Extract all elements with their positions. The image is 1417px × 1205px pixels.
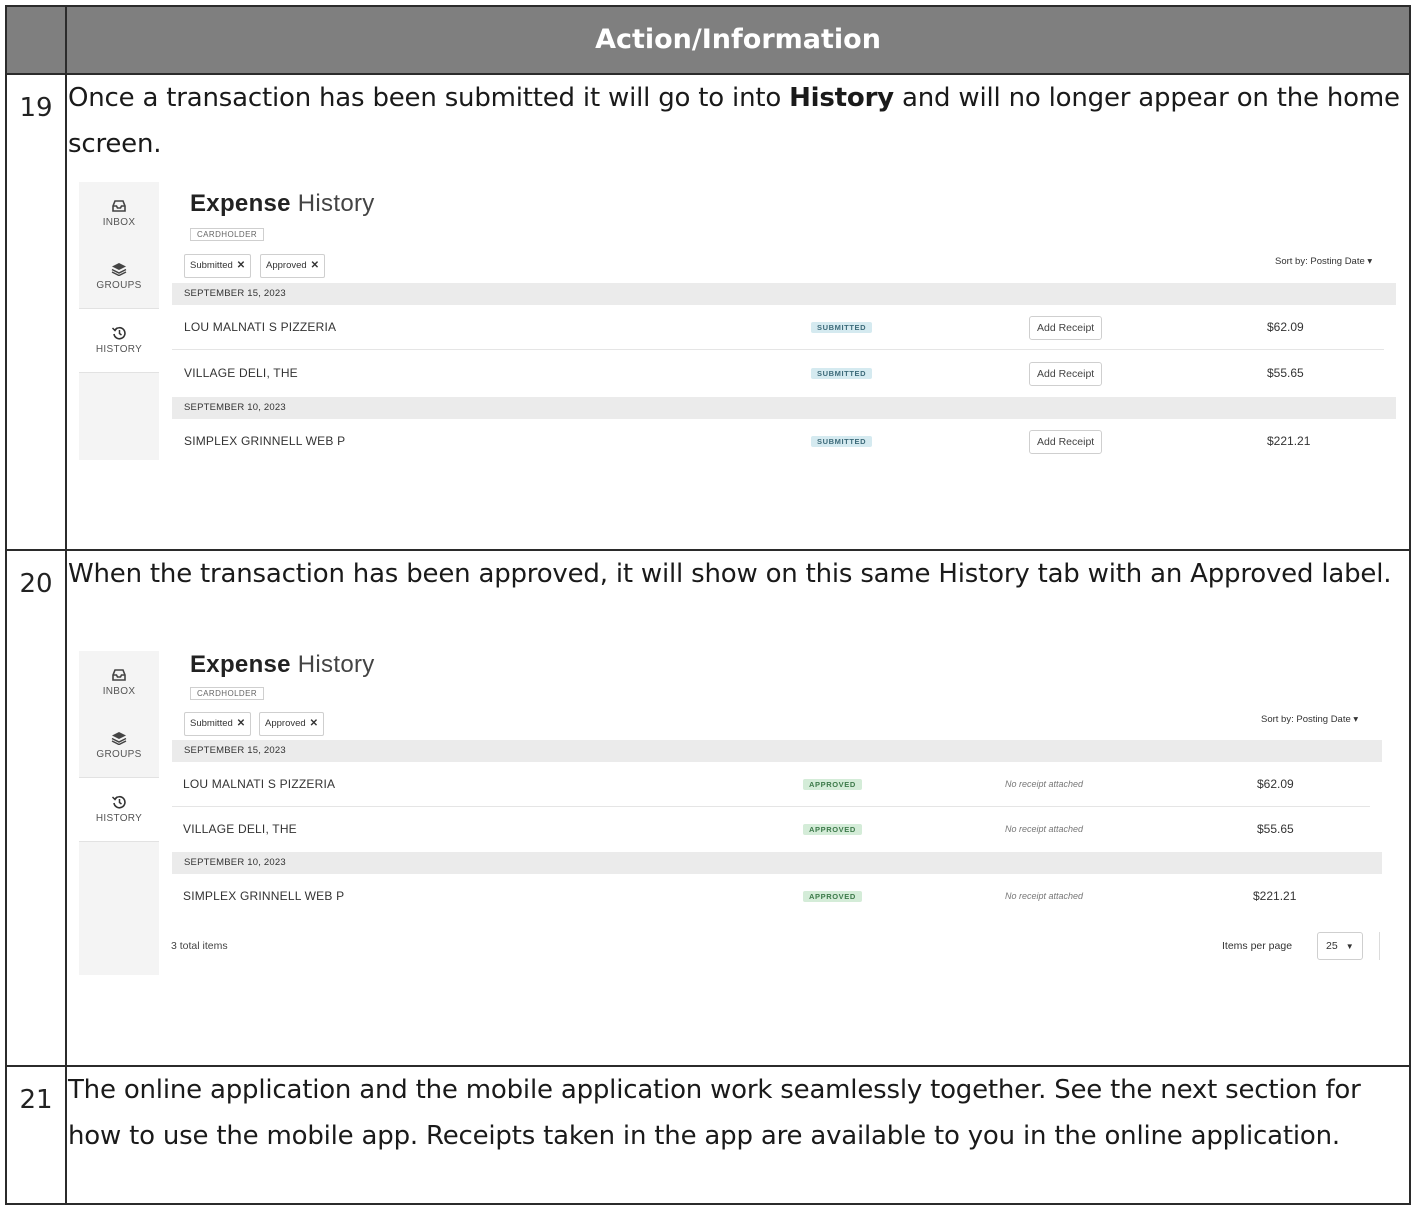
nav-label: HISTORY — [95, 344, 143, 355]
instruction-bold: History — [789, 83, 894, 113]
nav-label: INBOX — [102, 217, 136, 228]
nav-label: GROUPS — [96, 749, 142, 760]
date-group-header: SEPTEMBER 10, 2023 — [172, 397, 1396, 419]
merchant-name[interactable]: SIMPLEX GRINNELL WEB P — [184, 434, 345, 448]
page-title: Expense History — [190, 651, 375, 679]
step-content: The online application and the mobile ap… — [65, 1065, 1411, 1205]
chip-label: Submitted — [190, 718, 233, 729]
title-light: History — [297, 651, 375, 678]
date-group-header: SEPTEMBER 15, 2023 — [172, 283, 1396, 305]
merchant-name[interactable]: VILLAGE DELI, THE — [183, 822, 297, 836]
step-instruction: The online application and the mobile ap… — [68, 1075, 1361, 1151]
divider — [1379, 932, 1380, 960]
nav-label: HISTORY — [95, 813, 143, 824]
receipt-status: No receipt attached — [1005, 779, 1084, 789]
select-value: 25 — [1326, 940, 1338, 952]
chevron-down-icon: ▼ — [1345, 942, 1354, 951]
expense-history-screenshot: INBOX GROUPS HISTORY Expense History CAR… — [79, 182, 1409, 460]
amount: $62.09 — [1267, 320, 1304, 334]
nav-item-history[interactable]: HISTORY — [79, 777, 159, 842]
table-row: 21 The online application and the mobile… — [5, 1065, 1411, 1205]
merchant-name[interactable]: SIMPLEX GRINNELL WEB P — [183, 889, 344, 903]
title-bold: Expense — [190, 190, 291, 217]
nav-item-inbox[interactable]: INBOX — [79, 651, 159, 714]
role-badge: CARDHOLDER — [190, 228, 265, 241]
row-divider — [172, 806, 1370, 807]
step-instruction: When the transaction has been approved, … — [68, 559, 1392, 589]
filter-chip-approved[interactable]: Approved ✕ — [260, 254, 326, 278]
sort-dropdown[interactable]: Sort by: Posting Date ▾ — [1275, 256, 1372, 267]
status-badge: SUBMITTED — [811, 368, 873, 379]
chip-label: Approved — [265, 718, 306, 729]
status-badge: APPROVED — [803, 779, 862, 790]
header-number-cell — [5, 5, 67, 75]
step-content: Once a transaction has been submitted it… — [65, 73, 1411, 551]
nav-item-groups[interactable]: GROUPS — [79, 245, 159, 308]
page-title: Expense History — [190, 190, 375, 218]
title-bold: Expense — [190, 651, 291, 678]
layers-icon — [111, 263, 127, 276]
date-group-header: SEPTEMBER 15, 2023 — [172, 740, 1382, 762]
history-icon — [111, 795, 126, 809]
add-receipt-button[interactable]: Add Receipt — [1029, 430, 1103, 454]
amount: $55.65 — [1267, 366, 1304, 380]
remove-icon[interactable]: ✕ — [310, 718, 318, 729]
side-nav: INBOX GROUPS HISTORY — [79, 182, 159, 460]
inbox-icon — [112, 669, 126, 681]
filter-chip-submitted[interactable]: Submitted ✕ — [184, 712, 252, 736]
merchant-name[interactable]: LOU MALNATI S PIZZERIA — [183, 777, 335, 791]
status-badge: SUBMITTED — [811, 436, 873, 447]
role-badge: CARDHOLDER — [190, 687, 265, 700]
chip-label: Approved — [266, 260, 307, 271]
items-per-page-label: Items per page — [1222, 940, 1293, 952]
merchant-name[interactable]: LOU MALNATI S PIZZERIA — [184, 320, 336, 334]
header-title: Action/Information — [595, 24, 881, 55]
date-group-header: SEPTEMBER 10, 2023 — [172, 852, 1382, 874]
side-nav: INBOX GROUPS HISTORY — [79, 651, 159, 975]
chip-label: Submitted — [190, 260, 233, 271]
amount: $221.21 — [1253, 889, 1297, 903]
amount: $62.09 — [1257, 777, 1294, 791]
table-row: 19 Once a transaction has been submitted… — [5, 73, 1411, 551]
table-header: Action/Information — [5, 5, 1411, 75]
step-number: 21 — [5, 1065, 67, 1205]
items-per-page-select[interactable]: 25 ▼ — [1317, 932, 1363, 960]
remove-icon[interactable]: ✕ — [311, 260, 319, 271]
receipt-status: No receipt attached — [1005, 824, 1084, 834]
layers-icon — [111, 732, 127, 745]
expense-history-screenshot: INBOX GROUPS HISTORY Expense History CAR… — [79, 651, 1409, 975]
receipt-status: No receipt attached — [1005, 891, 1084, 901]
remove-icon[interactable]: ✕ — [237, 718, 245, 729]
amount: $221.21 — [1267, 434, 1311, 448]
row-divider — [172, 349, 1384, 350]
history-icon — [111, 326, 126, 340]
nav-label: GROUPS — [96, 280, 142, 291]
table-row: 20 When the transaction has been approve… — [5, 549, 1411, 1067]
status-badge: SUBMITTED — [811, 322, 873, 333]
remove-icon[interactable]: ✕ — [237, 260, 245, 271]
status-badge: APPROVED — [803, 824, 862, 835]
inbox-icon — [112, 200, 126, 212]
title-light: History — [297, 190, 375, 217]
merchant-name[interactable]: VILLAGE DELI, THE — [184, 366, 298, 380]
total-items: 3 total items — [171, 940, 228, 952]
nav-item-history[interactable]: HISTORY — [79, 308, 159, 373]
nav-item-inbox[interactable]: INBOX — [79, 182, 159, 245]
step-number: 19 — [5, 73, 67, 551]
step-number: 20 — [5, 549, 67, 1067]
nav-label: INBOX — [102, 686, 136, 697]
header-action-cell: Action/Information — [65, 5, 1411, 75]
instruction-table: Action/Information 19 Once a transaction… — [5, 5, 1411, 1205]
step-instruction: Once a transaction has been submitted it… — [67, 75, 1409, 167]
filter-chip-submitted[interactable]: Submitted ✕ — [184, 254, 252, 278]
sort-dropdown[interactable]: Sort by: Posting Date ▾ — [1261, 714, 1358, 725]
add-receipt-button[interactable]: Add Receipt — [1029, 316, 1103, 340]
add-receipt-button[interactable]: Add Receipt — [1029, 362, 1103, 386]
nav-item-groups[interactable]: GROUPS — [79, 714, 159, 777]
filter-chip-approved[interactable]: Approved ✕ — [259, 712, 325, 736]
step-content: When the transaction has been approved, … — [65, 549, 1411, 1067]
instruction-text: Once a transaction has been submitted it… — [68, 83, 790, 113]
status-badge: APPROVED — [803, 891, 862, 902]
amount: $55.65 — [1257, 822, 1294, 836]
